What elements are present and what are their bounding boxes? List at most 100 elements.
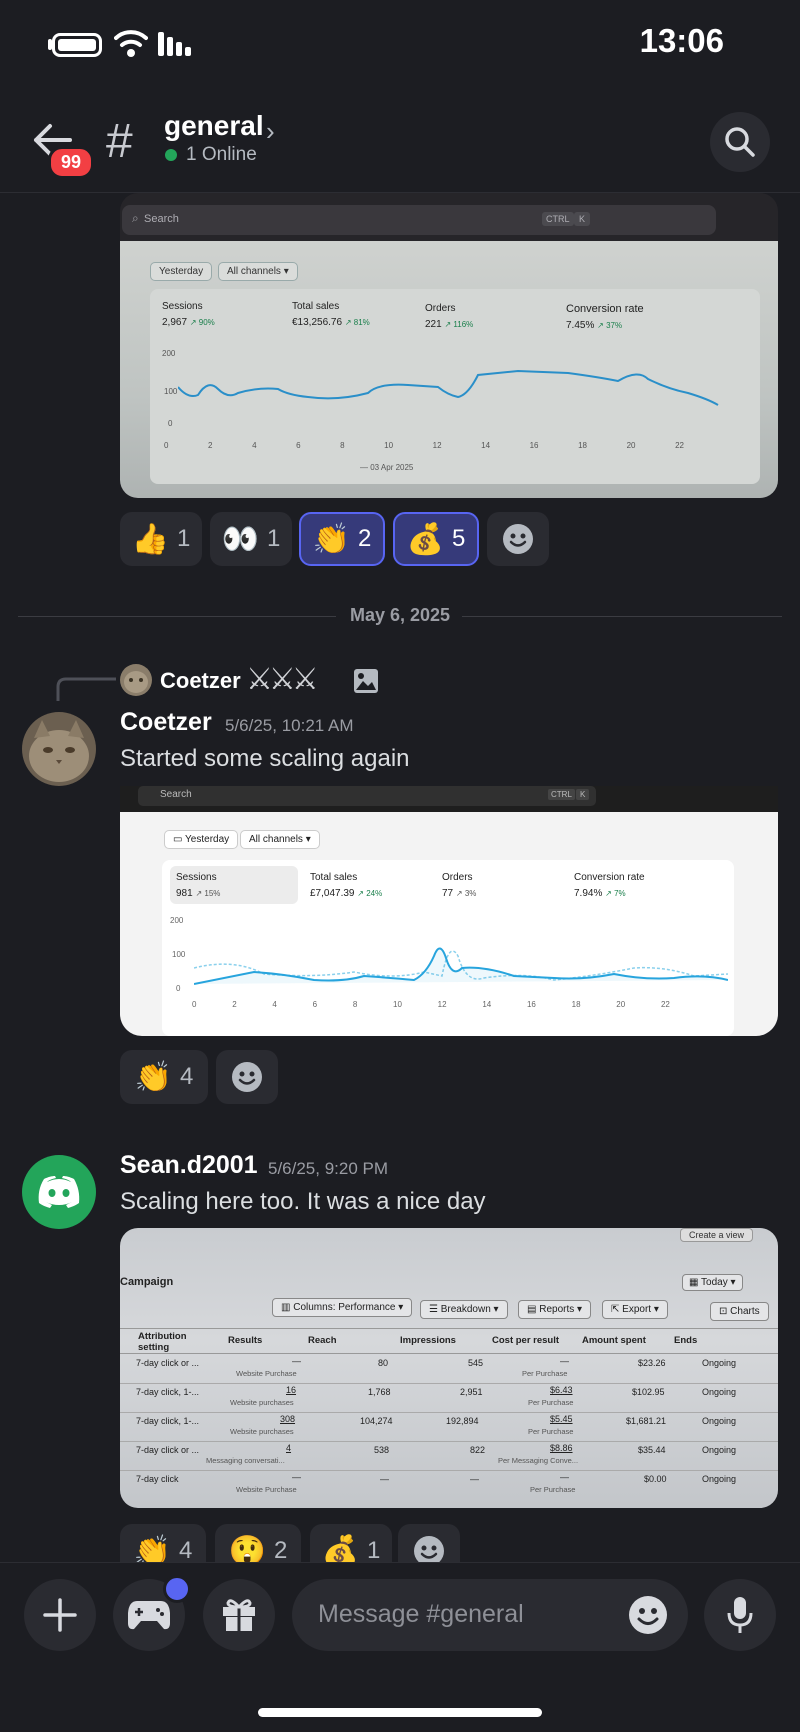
metrics-card: Sessions 2,967 ↗ 90% Total sales €13,256…	[150, 289, 760, 484]
shortcut-ctrl: CTRL	[542, 212, 574, 226]
attachment-image-ads-table[interactable]: Create a view Campaign ▦ Today ▾ ▥ Colum…	[120, 1228, 778, 1508]
channel-filter: All channels ▾	[240, 830, 320, 849]
table-row: 7-day click — Website Purchase — — — Per…	[136, 1472, 737, 1494]
wifi-icon	[114, 30, 148, 57]
attachment-image-analytics-2[interactable]: Search CTRL K ▭ Yesterday All channels ▾…	[120, 786, 778, 1036]
battery-icon	[52, 33, 102, 57]
reply-decoration: ⚔⚔⚔	[246, 663, 319, 696]
date-divider: May 6, 2025	[350, 605, 451, 625]
emoji-picker-icon[interactable]	[628, 1595, 668, 1635]
reply-avatar[interactable]	[120, 664, 152, 696]
cat-avatar-icon	[120, 664, 152, 696]
y-tick: 200	[162, 349, 176, 358]
sessions-line-chart	[178, 369, 719, 406]
message-input[interactable]: Message #general	[292, 1579, 688, 1651]
reaction-money-bag[interactable]: 💰 5	[393, 512, 479, 566]
shortcut-k: K	[576, 789, 590, 800]
y-tick: 0	[168, 419, 173, 428]
search-bar: ⌕ Search CTRL K	[122, 205, 716, 235]
table-row: 7-day click or ... — Website Purchase 80…	[120, 1354, 778, 1384]
reply-author[interactable]: Coetzer	[160, 668, 241, 694]
add-reaction-button[interactable]	[487, 512, 549, 566]
search-icon	[725, 127, 755, 157]
x-axis-ticks: 0 2 4 6 8 10 12 14 16 18 20 22	[164, 441, 684, 450]
date-selector: ▦ Today ▾	[682, 1274, 743, 1291]
date-filter-label: Yesterday	[159, 266, 204, 277]
author-avatar[interactable]	[22, 712, 96, 786]
reaction-clap[interactable]: 👏 4	[120, 1050, 208, 1104]
discord-logo-icon	[38, 1176, 80, 1208]
metric-conversion: Conversion rate 7.94% ↗ 7%	[574, 872, 645, 899]
metric-orders: Orders 221 ↗ 116%	[425, 303, 474, 330]
columns-button: ▥ Columns: Performance ▾	[272, 1298, 413, 1317]
reports-button: ▤ Reports ▾	[518, 1300, 592, 1319]
unread-badge: 99	[48, 146, 95, 179]
export-button: ⇱ Export ▾	[602, 1300, 668, 1319]
attach-button[interactable]	[24, 1579, 96, 1651]
charts-button: ⊡ Charts	[710, 1302, 769, 1321]
metric-total-sales: Total sales €13,256.76 ↗ 81%	[292, 301, 370, 328]
smiley-icon	[503, 524, 533, 554]
author-avatar[interactable]	[22, 1155, 96, 1229]
notification-dot	[163, 1575, 191, 1603]
channel-filter-label: All channels	[227, 266, 281, 277]
chevron-right-icon[interactable]: ›	[266, 116, 275, 147]
channel-name[interactable]: general	[164, 110, 264, 142]
battery-tip	[48, 39, 52, 50]
attachment-image-analytics-1[interactable]: ⌕ Search CTRL K Yesterday All channels ▾…	[120, 193, 778, 498]
search-bar: Search CTRL K	[138, 786, 596, 806]
metrics-card: Sessions 981 ↗ 15% Total sales £7,047.39…	[162, 860, 734, 1036]
y-tick: 200	[170, 916, 184, 925]
y-tick: 100	[172, 950, 186, 959]
search-placeholder: Search	[144, 213, 179, 225]
message-input-placeholder: Message #general	[318, 1600, 524, 1628]
smiley-icon	[232, 1062, 262, 1092]
message-author[interactable]: Coetzer	[120, 708, 212, 737]
reaction-eyes[interactable]: 👀 1	[210, 512, 292, 566]
cat-avatar-icon	[22, 712, 96, 786]
channel-filter: All channels ▾	[218, 262, 298, 281]
online-dot-icon	[165, 149, 177, 161]
sessions-line-chart	[194, 947, 728, 985]
table-row: 7-day click, 1-... 16 Website purchases …	[120, 1383, 778, 1413]
message-timestamp: 5/6/25, 10:21 AM	[225, 716, 354, 735]
search-icon: ⌕	[132, 211, 139, 225]
reply-connector-icon	[56, 677, 116, 701]
signal-icon	[158, 32, 191, 56]
x-axis-ticks: 0 2 4 6 8 10 12 14 16 18 20 22	[192, 1000, 670, 1009]
reaction-clap[interactable]: 👏 2	[299, 512, 385, 566]
plus-icon	[43, 1598, 77, 1632]
message-timestamp: 5/6/25, 9:20 PM	[268, 1159, 389, 1178]
chart-legend: — 03 Apr 2025	[360, 463, 414, 472]
y-tick: 0	[176, 984, 181, 993]
home-indicator	[258, 1708, 542, 1717]
activities-button[interactable]	[113, 1575, 191, 1651]
metric-sessions: Sessions 2,967 ↗ 90%	[162, 301, 215, 328]
reaction-thumbs-up[interactable]: 👍 1	[120, 512, 202, 566]
voice-message-button[interactable]	[704, 1579, 776, 1651]
date-filter: Yesterday	[150, 262, 213, 281]
online-count: 1 Online	[186, 144, 257, 165]
image-icon	[354, 669, 378, 693]
metric-conversion: Conversion rate 7.45% ↗ 37%	[566, 303, 644, 331]
table-row: 7-day click, 1-... 308 Website purchases…	[120, 1412, 778, 1442]
campaign-title: Campaign	[120, 1276, 174, 1288]
shortcut-k: K	[574, 212, 591, 226]
message-text: Scaling here too. It was a nice day	[120, 1188, 486, 1215]
metric-sessions: Sessions 981 ↗ 15%	[176, 872, 221, 899]
channel-header: 99 # general › 1 Online	[0, 90, 800, 193]
search-button[interactable]	[710, 112, 770, 172]
status-time: 13:06	[639, 22, 724, 59]
gift-button[interactable]	[203, 1579, 275, 1651]
metric-orders: Orders 77 ↗ 3%	[442, 872, 477, 899]
date-divider-line	[18, 616, 336, 617]
add-reaction-button[interactable]	[216, 1050, 278, 1104]
breakdown-button: ☰ Breakdown ▾	[420, 1300, 508, 1319]
table-row: 7-day click or ... 4 Messaging conversat…	[120, 1441, 778, 1471]
message-author[interactable]: Sean.d2001	[120, 1151, 258, 1180]
metric-total-sales: Total sales £7,047.39 ↗ 24%	[310, 872, 383, 899]
table-header: Attribution setting Results Reach Impres…	[120, 1328, 778, 1354]
search-placeholder: Search	[160, 789, 192, 800]
hash-icon: #	[106, 115, 133, 168]
message-text: Started some scaling again	[120, 745, 410, 772]
